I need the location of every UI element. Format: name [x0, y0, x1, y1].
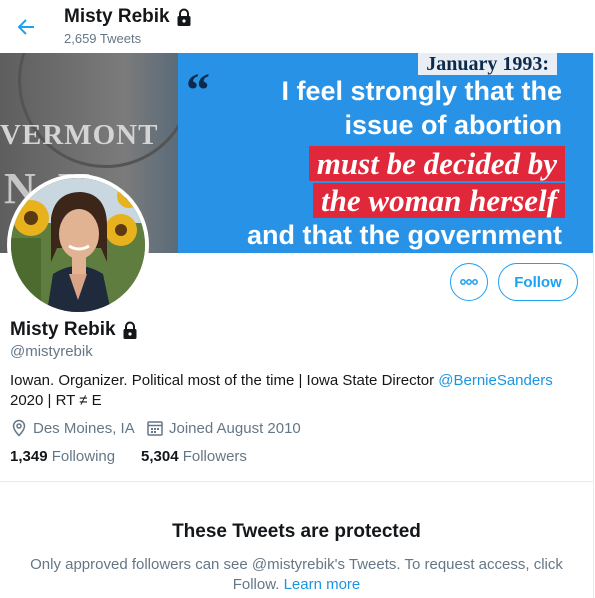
banner-red-line-1: must be decided by — [308, 146, 565, 181]
quote-mark: “ — [186, 64, 210, 117]
profile-name-text: Misty Rebik — [10, 319, 116, 340]
lock-icon — [123, 321, 137, 339]
calendar-icon — [147, 421, 163, 436]
profile-name: Misty Rebik — [10, 319, 140, 341]
header-title: Misty Rebik — [64, 6, 194, 28]
more-options-icon — [460, 279, 478, 285]
location-text: Des Moines, IA — [33, 419, 135, 437]
tweet-count: 2,659 Tweets — [64, 31, 142, 46]
avatar[interactable] — [7, 174, 149, 316]
joined-text: Joined August 2010 — [169, 419, 301, 437]
divider — [0, 481, 593, 482]
header-name: Misty Rebik — [64, 6, 170, 27]
joined-date: Joined August 2010 — [146, 419, 301, 437]
top-bar: Misty Rebik 2,659 Tweets — [0, 0, 595, 53]
following-count: 1,349 — [10, 448, 48, 465]
learn-more-link[interactable]: Learn more — [284, 576, 361, 593]
followers-count: 5,304 — [141, 448, 179, 465]
banner-line-3: and that the government — [246, 220, 562, 250]
follow-button[interactable]: Follow — [498, 263, 578, 301]
followers-link[interactable]: 5,304 Followers — [141, 448, 247, 465]
location-pin-icon — [12, 419, 26, 437]
protected-title: These Tweets are protected — [172, 521, 421, 542]
arrow-left-icon[interactable] — [14, 15, 38, 39]
banner-line-1: I feel strongly that the — [281, 76, 562, 106]
location: Des Moines, IA — [10, 419, 135, 437]
protected-message: Only approved followers can see @mistyre… — [10, 555, 583, 595]
banner-red-line-2: the woman herself — [313, 183, 565, 218]
banner-date: January 1993: — [418, 53, 557, 75]
following-label: Following — [51, 448, 116, 465]
column-border — [593, 53, 594, 598]
more-options-button[interactable] — [450, 263, 488, 301]
profile-handle: @mistyrebik — [10, 343, 93, 360]
bio-mention-link[interactable]: @BernieSanders — [438, 372, 552, 389]
lock-icon — [177, 8, 191, 26]
profile-bio: Iowan. Organizer. Political most of the … — [10, 371, 580, 411]
followers-label: Followers — [182, 448, 247, 465]
bio-text: Iowan. Organizer. Political most of the … — [10, 372, 439, 389]
banner-plate-state: VERMONT — [0, 119, 159, 151]
banner-line-2: issue of abortion — [344, 110, 562, 140]
following-link[interactable]: 1,349 Following — [10, 448, 115, 465]
bio-text-2: 2020 | RT ≠ E — [10, 392, 102, 409]
